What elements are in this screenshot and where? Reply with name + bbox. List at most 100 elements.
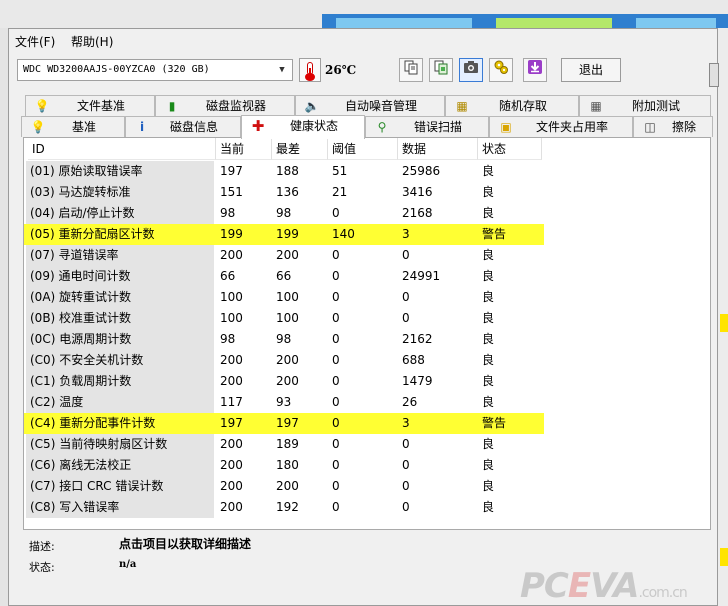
temperature-readout: 26℃ <box>325 63 357 77</box>
tab-benchmark[interactable]: 💡 基准 <box>21 116 125 137</box>
cell-id: (C1) 负载周期计数 <box>30 374 132 388</box>
cell-id: (C0) 不安全关机计数 <box>30 353 144 367</box>
cell-threshold: 0 <box>332 479 340 493</box>
cell-data: 3 <box>402 416 410 430</box>
status-label: 状态: <box>29 561 55 574</box>
table-row[interactable]: (C7) 接口 CRC 错误计数 200 200 0 0 良 <box>24 476 544 497</box>
table-row[interactable]: (C6) 离线无法校正 200 180 0 0 良 <box>24 455 544 476</box>
watermark-logo: PCEVA.com.cn <box>520 566 688 606</box>
table-row[interactable]: (04) 启动/停止计数 98 98 0 2168 良 <box>24 203 544 224</box>
cell-worst: 199 <box>276 227 299 241</box>
options-button[interactable] <box>489 58 513 82</box>
tab-folder-usage[interactable]: ▣ 文件夹占用率 <box>489 116 633 137</box>
tab-aam[interactable]: 🔈 自动噪音管理 <box>295 95 445 116</box>
tab-health[interactable]: ✚ 健康状态 <box>241 115 365 139</box>
menu-file[interactable]: 文件(F) <box>15 33 55 50</box>
tab-disk-info[interactable]: i 磁盘信息 <box>125 116 241 137</box>
cell-id: (03) 马达旋转标准 <box>30 185 131 199</box>
cell-id: (09) 通电时间计数 <box>30 269 131 283</box>
chevron-down-icon: ▼ <box>279 65 285 75</box>
cell-status: 良 <box>482 395 495 409</box>
column-header-worst[interactable]: 最差 <box>272 138 328 160</box>
cell-worst: 200 <box>276 248 299 262</box>
copy-text-button[interactable] <box>399 58 423 82</box>
cell-current: 100 <box>220 311 243 325</box>
settings-icon <box>494 60 508 74</box>
cell-status: 良 <box>482 500 495 514</box>
cell-threshold: 0 <box>332 437 340 451</box>
cell-current: 151 <box>220 185 243 199</box>
column-header-data[interactable]: 数据 <box>398 138 478 160</box>
tab-erase[interactable]: ◫ 擦除 <box>633 116 713 137</box>
hdtune-window: 文件(F) 帮助(H) WDC WD3200AAJS-00YZCA0 (320 … <box>8 28 719 606</box>
cell-status: 良 <box>482 311 495 325</box>
save-button[interactable] <box>523 58 547 82</box>
cell-id: (C7) 接口 CRC 错误计数 <box>30 479 164 493</box>
cell-worst: 188 <box>276 164 299 178</box>
table-row[interactable]: (03) 马达旋转标准 151 136 21 3416 良 <box>24 182 544 203</box>
cell-id: (07) 寻道错误率 <box>30 248 119 262</box>
cell-data: 0 <box>402 311 410 325</box>
tab-extra-tests[interactable]: ▦ 附加测试 <box>579 95 711 116</box>
tab-random-access[interactable]: ▦ 随机存取 <box>445 95 579 116</box>
cell-status: 良 <box>482 164 495 178</box>
table-row[interactable]: (01) 原始读取错误率 197 188 51 25986 良 <box>24 161 544 182</box>
cell-id: (05) 重新分配扇区计数 <box>30 227 155 241</box>
cell-status: 良 <box>482 437 495 451</box>
column-header-id[interactable]: ID <box>28 138 216 160</box>
cell-data: 2162 <box>402 332 433 346</box>
table-row[interactable]: (C2) 温度 117 93 0 26 良 <box>24 392 544 413</box>
cell-current: 197 <box>220 164 243 178</box>
cell-current: 200 <box>220 248 243 262</box>
cell-worst: 98 <box>276 332 292 346</box>
cell-id: (C6) 离线无法校正 <box>30 458 132 472</box>
cell-current: 66 <box>220 269 236 283</box>
cell-status: 良 <box>482 458 495 472</box>
tab-error-scan[interactable]: ⚲ 错误扫描 <box>365 116 489 137</box>
cell-worst: 66 <box>276 269 292 283</box>
screenshot-button[interactable] <box>459 58 483 82</box>
cell-data: 0 <box>402 479 410 493</box>
table-row[interactable]: (C0) 不安全关机计数 200 200 0 688 良 <box>24 350 544 371</box>
cell-threshold: 0 <box>332 311 340 325</box>
cell-status: 良 <box>482 185 495 199</box>
table-row[interactable]: (05) 重新分配扇区计数 199 199 140 3 警告 <box>24 224 544 245</box>
table-row[interactable]: (C5) 当前待映射扇区计数 200 189 0 0 良 <box>24 434 544 455</box>
cell-id: (04) 启动/停止计数 <box>30 206 135 220</box>
tab-file-benchmark[interactable]: 💡 文件基准 <box>25 95 155 116</box>
table-row[interactable]: (0C) 电源周期计数 98 98 0 2162 良 <box>24 329 544 350</box>
table-row[interactable]: (0B) 校准重试计数 100 100 0 0 良 <box>24 308 544 329</box>
drive-select[interactable]: WDC WD3200AAJS-00YZCA0 (320 GB) ▼ <box>17 59 293 81</box>
cell-threshold: 0 <box>332 206 340 220</box>
tab-disk-monitor[interactable]: ▮ 磁盘监视器 <box>155 95 295 116</box>
cell-threshold: 0 <box>332 395 340 409</box>
cell-data: 1479 <box>402 374 433 388</box>
table-row[interactable]: (C1) 负载周期计数 200 200 0 1479 良 <box>24 371 544 392</box>
copy-image-icon <box>434 60 448 75</box>
exit-button[interactable]: 退出 <box>561 58 621 82</box>
description-value: 点击项目以获取详细描述 <box>119 537 252 551</box>
cell-current: 200 <box>220 437 243 451</box>
column-header-current[interactable]: 当前 <box>216 138 272 160</box>
cell-worst: 180 <box>276 458 299 472</box>
table-row[interactable]: (C8) 写入错误率 200 192 0 0 良 <box>24 497 544 518</box>
description-label: 描述: <box>29 540 55 553</box>
cell-data: 3 <box>402 227 410 241</box>
cell-worst: 189 <box>276 437 299 451</box>
table-row[interactable]: (C4) 重新分配事件计数 197 197 0 3 警告 <box>24 413 544 434</box>
menu-help[interactable]: 帮助(H) <box>71 33 113 50</box>
cell-id: (0A) 旋转重试计数 <box>30 290 132 304</box>
table-row[interactable]: (07) 寻道错误率 200 200 0 0 良 <box>24 245 544 266</box>
cell-threshold: 0 <box>332 353 340 367</box>
cell-threshold: 0 <box>332 332 340 346</box>
column-header-threshold[interactable]: 阈值 <box>328 138 398 160</box>
cell-threshold: 0 <box>332 416 340 430</box>
column-header-status[interactable]: 状态 <box>478 138 542 160</box>
copy-screenshot-button[interactable] <box>429 58 453 82</box>
table-row[interactable]: (0A) 旋转重试计数 100 100 0 0 良 <box>24 287 544 308</box>
cell-data: 3416 <box>402 185 433 199</box>
cell-status: 良 <box>482 332 495 346</box>
cell-current: 197 <box>220 416 243 430</box>
cell-id: (0B) 校准重试计数 <box>30 311 132 325</box>
table-row[interactable]: (09) 通电时间计数 66 66 0 24991 良 <box>24 266 544 287</box>
